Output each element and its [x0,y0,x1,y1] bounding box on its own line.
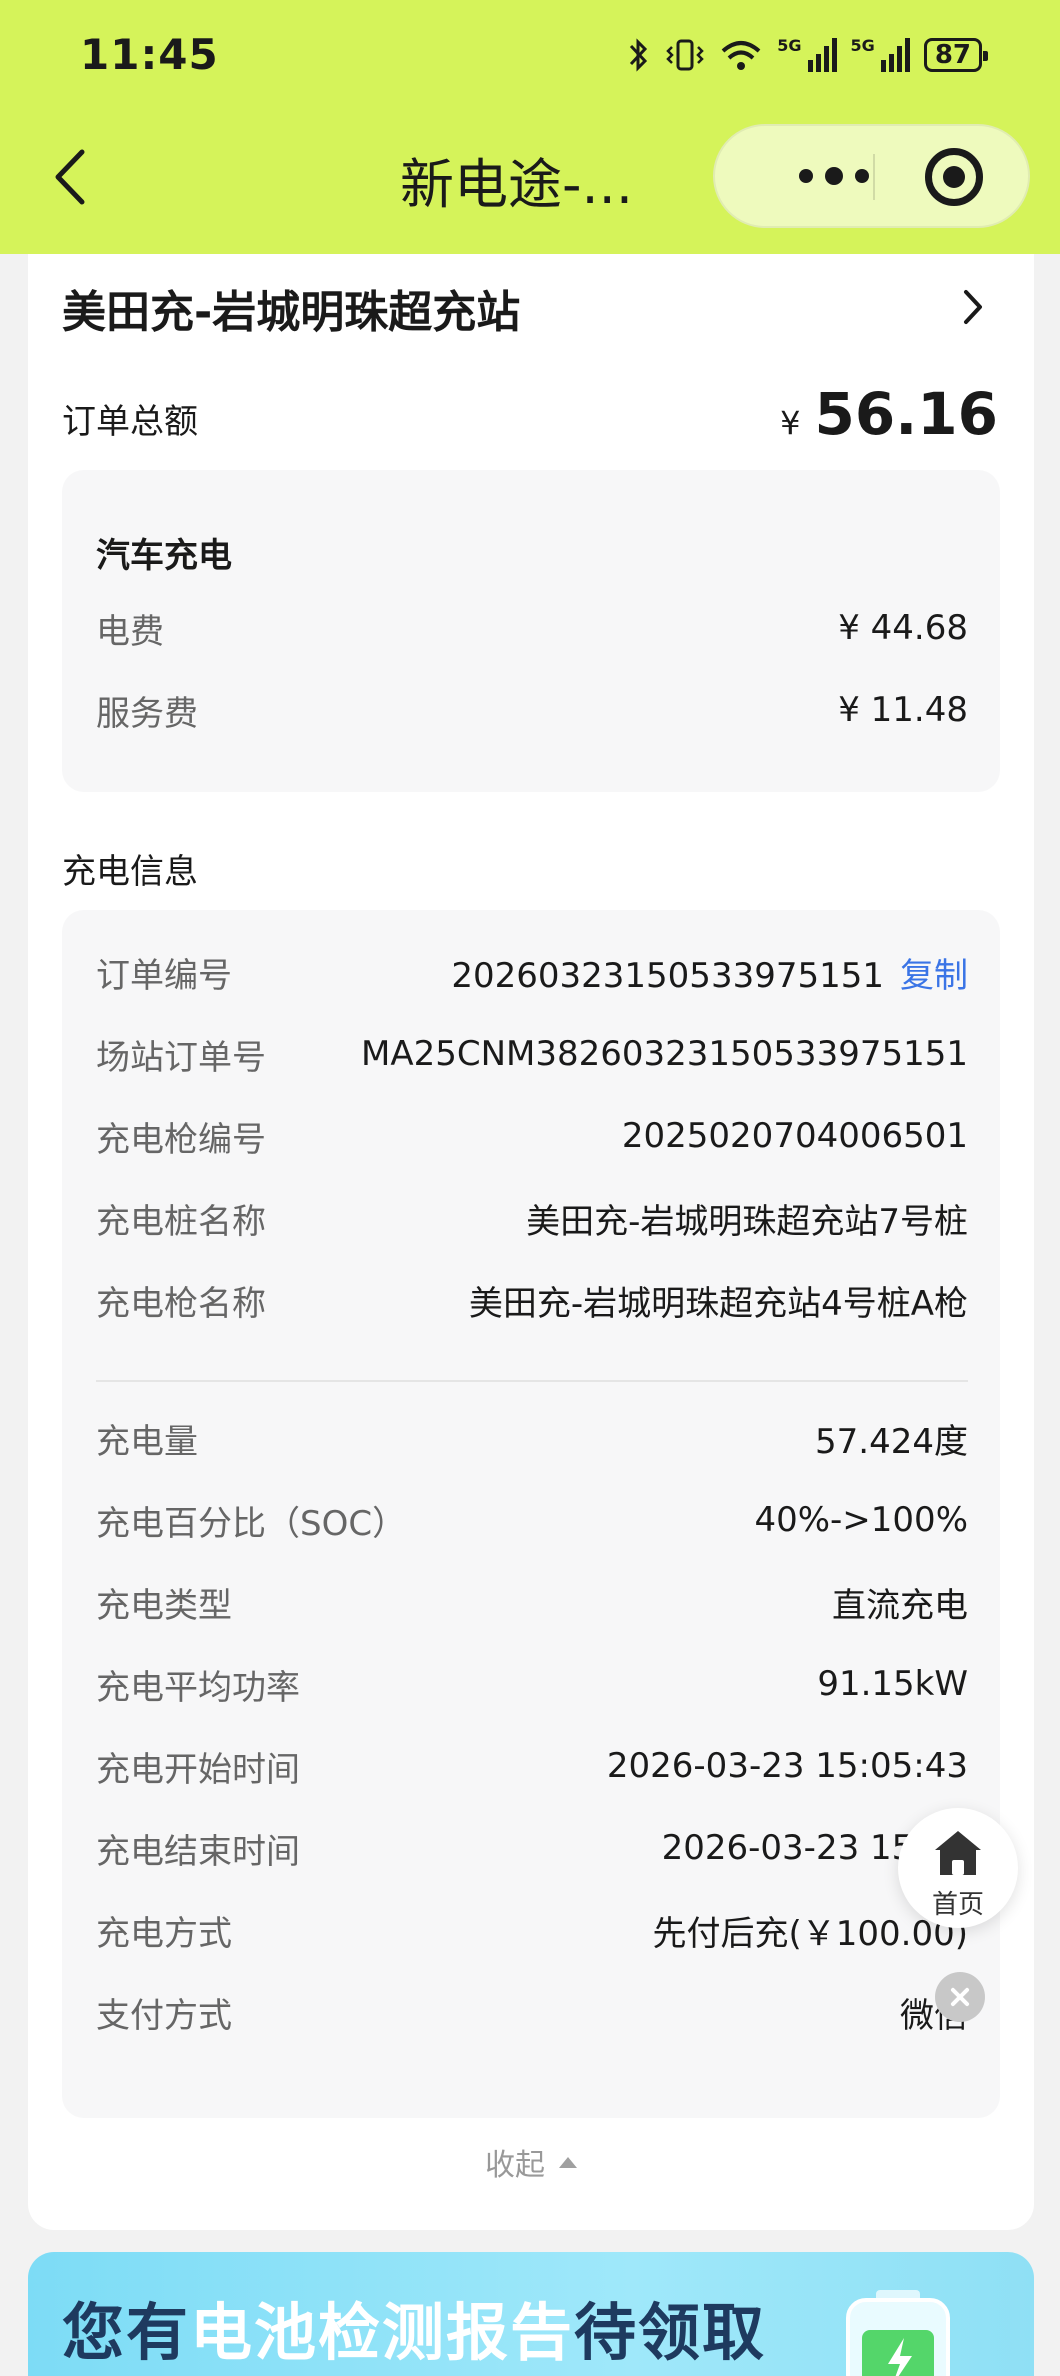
info-row: 充电百分比（SOC） 40%->100% [96,1494,968,1546]
info-row: 充电类型 直流充电 [96,1576,968,1628]
info-value: 2026-03-23 15:05:43 [606,1746,968,1786]
promo-banner[interactable]: 您有电池检测报告待领取 [28,2252,1034,2376]
info-row: 充电平均功率 91.15kW [96,1658,968,1710]
banner-text-part3: 待领取 [574,2296,767,2369]
battery-illustration-icon [846,2290,950,2376]
triangle-up-icon [559,2156,577,2168]
battery-indicator: 87 [923,38,989,72]
info-value: 57.424度 [815,1421,968,1462]
banner-text: 您有电池检测报告待领取 [62,2282,766,2372]
home-icon [935,1831,981,1875]
info-label: 充电平均功率 [96,1667,300,1708]
info-value: 40%->100% [754,1500,968,1540]
info-value: 美田充-岩城明珠超充站4号桩A枪 [468,1283,968,1324]
total-amount-value: 56.16 [814,380,998,448]
network-label-2: 5G [850,35,875,55]
info-label: 充电枪名称 [96,1283,266,1324]
fee-row: 电费 ¥ 44.68 [96,602,968,654]
order-detail-card: 美田充-岩城明珠超充站 订单总额 ¥ 56.16 汽车充电 电费 ¥ 44.68… [28,254,1034,2230]
info-label: 支付方式 [96,1995,232,2036]
info-value: 20260323150533975151 复制 [451,948,968,997]
info-label: 场站订单号 [96,1037,266,1078]
wifi-icon [721,41,761,70]
banner-text-part1: 您有 [62,2296,191,2369]
info-value: 2025020704006501 [621,1116,968,1156]
info-label: 充电方式 [96,1913,232,1954]
info-divider [96,1380,968,1382]
collapse-label: 收起 [485,2148,545,2183]
order-number-value: 20260323150533975151 [451,955,884,996]
fee-panel: 汽车充电 电费 ¥ 44.68 服务费 ¥ 11.48 [62,470,1000,792]
info-value: MA25CNM38260323150533975151 [360,1034,968,1074]
header-bar: 11:45 5G 5G 87 新电途-... [0,0,1060,254]
signal-icon-2 [880,38,910,72]
bluetooth-icon [630,38,648,72]
total-label: 订单总额 [62,402,198,442]
signal-icon [807,38,837,72]
chevron-right-icon[interactable] [958,282,988,332]
home-label: 首页 [931,1890,984,1920]
miniapp-capsule [713,124,1030,228]
network-label: 5G [777,35,802,55]
home-float-button[interactable]: 首页 [898,1808,1018,1928]
info-label: 充电结束时间 [96,1831,300,1872]
info-label: 订单编号 [96,955,232,996]
fee-value: ¥ 44.68 [838,608,968,648]
back-arrow-icon[interactable] [50,146,90,208]
close-float-button[interactable] [935,1972,985,2022]
info-label: 充电桩名称 [96,1201,266,1242]
fee-section-title: 汽车充电 [96,536,232,576]
close-miniapp-button[interactable] [925,148,983,206]
info-row: 充电枪编号 2025020704006501 [96,1110,968,1162]
currency-symbol: ¥ [780,404,801,442]
charge-info-panel: 订单编号 20260323150533975151 复制 场站订单号 MA25CN… [62,910,1000,2118]
total-amount: ¥ 56.16 [780,380,998,448]
banner-text-part2: 电池检测报告 [190,2296,575,2369]
fee-label: 电费 [96,611,164,652]
copy-button[interactable]: 复制 [900,956,968,996]
info-label: 充电枪编号 [96,1119,266,1160]
fee-label: 服务费 [96,693,198,734]
charge-info-title: 充电信息 [62,852,198,892]
info-row: 充电量 57.424度 [96,1412,968,1464]
status-time: 11:45 [80,30,219,79]
info-row: 充电桩名称 美田充-岩城明珠超充站7号桩 [96,1192,968,1244]
info-label: 充电类型 [96,1585,232,1626]
info-label: 充电百分比（SOC） [96,1503,407,1544]
collapse-toggle[interactable]: 收起 [28,2140,1034,2184]
info-row-order-number: 订单编号 20260323150533975151 复制 [96,946,968,998]
station-name[interactable]: 美田充-岩城明珠超充站 [62,276,520,340]
info-label: 充电开始时间 [96,1749,300,1790]
battery-level: 87 [934,40,971,70]
fee-row: 服务费 ¥ 11.48 [96,684,968,736]
info-row: 充电结束时间 2026-03-23 15:43 [96,1822,968,1874]
info-label: 充电量 [96,1421,198,1462]
info-row: 场站订单号 MA25CNM38260323150533975151 [96,1028,968,1080]
info-value: 91.15kW [817,1664,968,1704]
info-row: 支付方式 微信 [96,1986,968,2038]
info-value: 直流充电 [832,1585,968,1626]
status-icons: 5G 5G 87 [627,30,989,80]
info-value: 美田充-岩城明珠超充站7号桩 [526,1201,968,1242]
vibrate-icon [666,39,705,71]
info-row: 充电方式 先付后充(￥100.00) [96,1904,968,1956]
info-row: 充电枪名称 美田充-岩城明珠超充站4号桩A枪 [96,1274,968,1326]
fee-value: ¥ 11.48 [838,690,968,730]
more-menu-button[interactable] [759,126,909,226]
info-row: 充电开始时间 2026-03-23 15:05:43 [96,1740,968,1792]
page-title: 新电途-... [400,153,633,216]
capsule-divider [873,154,875,200]
